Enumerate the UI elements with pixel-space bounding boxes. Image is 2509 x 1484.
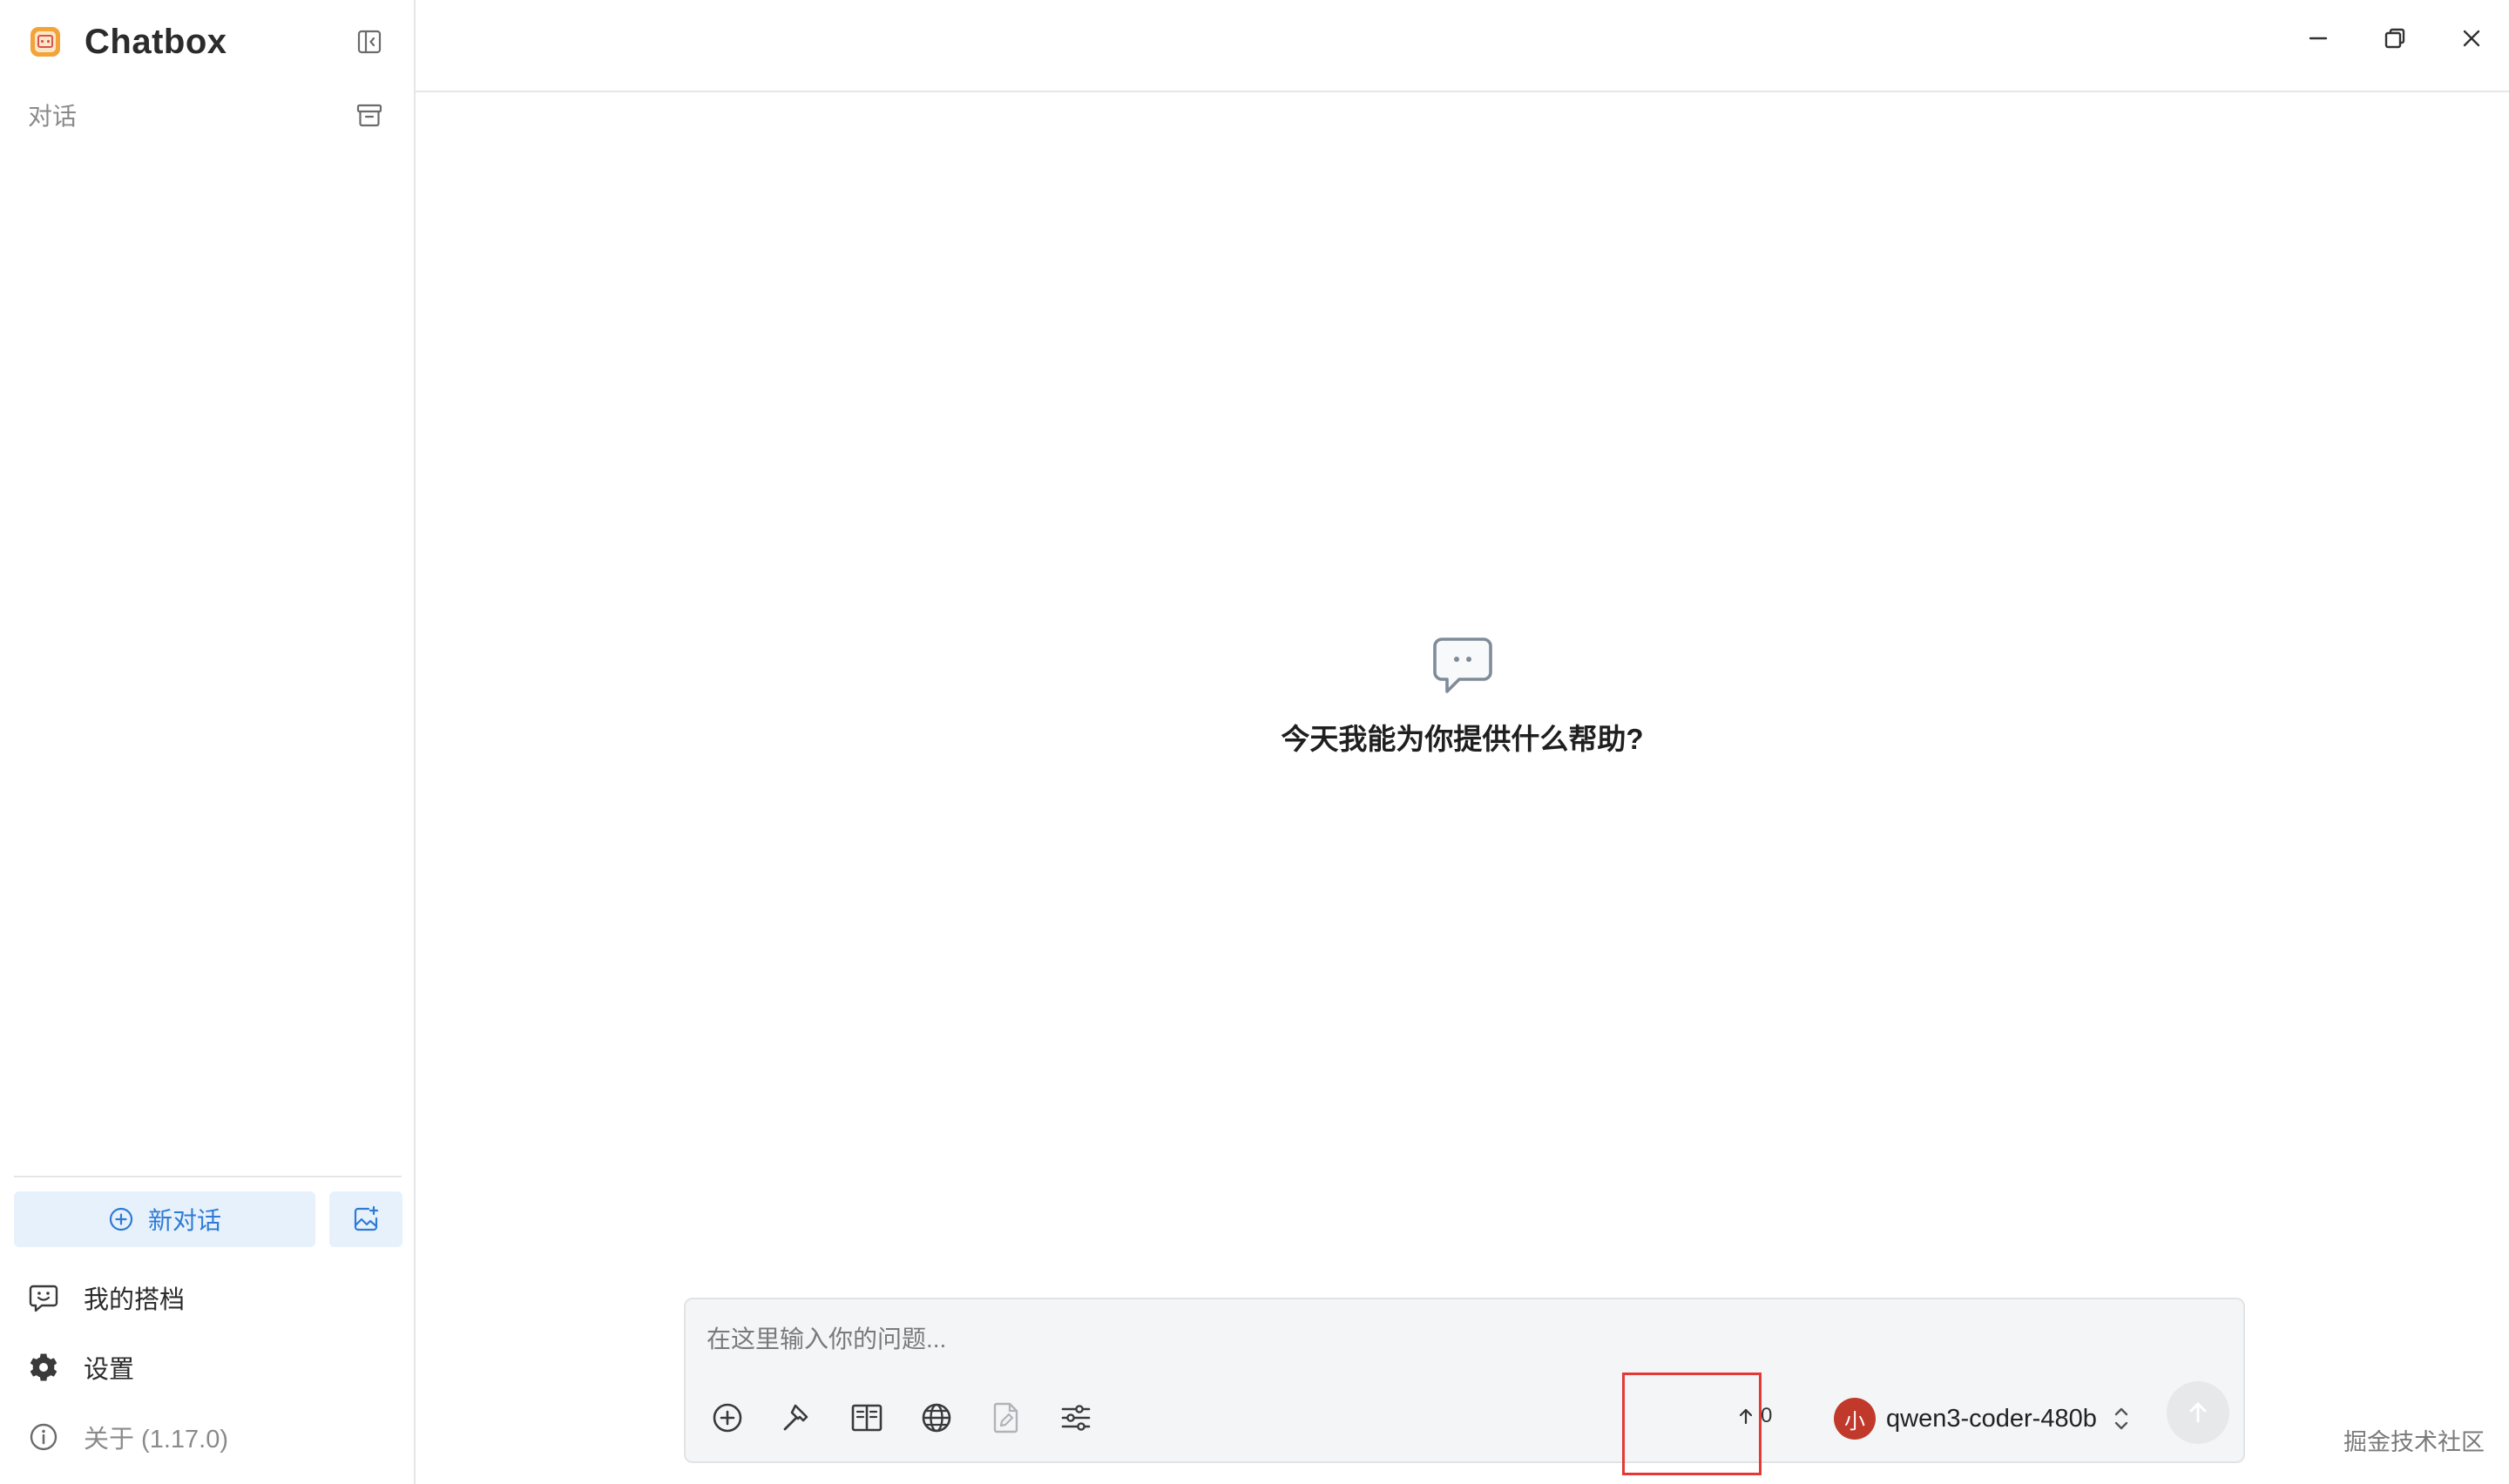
image-plus-icon xyxy=(354,1205,379,1231)
file-edit-button[interactable] xyxy=(987,1399,1025,1437)
sidebar-collapse-icon xyxy=(357,30,382,54)
main-panel: 今天我能为你提供什么帮助? 在这里输入你的问题... 0 小 qwen3-cod… xyxy=(416,0,2509,1484)
send-button[interactable] xyxy=(2167,1381,2229,1444)
settings-sliders-button[interactable] xyxy=(1057,1399,1095,1437)
model-selector[interactable]: 小 qwen3-coder-480b xyxy=(1834,1397,2134,1440)
close-window-button[interactable] xyxy=(2454,21,2489,56)
new-chat-label: 新对话 xyxy=(147,1207,221,1234)
file-pencil-icon xyxy=(993,1402,1018,1433)
chat-smile-icon xyxy=(26,1280,61,1315)
message-composer: 0 小 qwen3-coder-480b xyxy=(684,1298,2245,1463)
collapse-sidebar-button[interactable] xyxy=(354,26,385,57)
close-icon xyxy=(2463,30,2480,47)
message-input[interactable] xyxy=(707,1319,2222,1360)
globe-icon xyxy=(922,1403,951,1433)
archive-button[interactable] xyxy=(354,99,385,131)
annotation-highlight-box xyxy=(1622,1373,1762,1475)
minimize-icon xyxy=(2309,37,2328,40)
attach-button[interactable] xyxy=(708,1399,747,1437)
sidebar-item-label: 我的搭档 xyxy=(84,1286,186,1314)
chatbox-app: Chatbox 对话 新对话 我的搭档 设置 关于 (1.17.0) 今天我能为… xyxy=(0,0,2509,1484)
chevron-up-down-icon xyxy=(2114,1407,2128,1430)
window-titlebar xyxy=(416,0,2509,92)
tools-button[interactable] xyxy=(778,1399,816,1437)
new-chat-button[interactable]: 新对话 xyxy=(14,1191,315,1247)
conversations-section-label: 对话 xyxy=(28,103,78,130)
book-open-icon xyxy=(851,1404,883,1432)
minimize-window-button[interactable] xyxy=(2301,21,2336,56)
sidebar-divider xyxy=(14,1176,402,1177)
model-name: qwen3-coder-480b xyxy=(1886,1404,2097,1433)
sidebar-item-about[interactable]: 关于 (1.17.0) xyxy=(26,1416,228,1458)
empty-state: 今天我能为你提供什么帮助? xyxy=(416,634,2509,758)
new-image-chat-button[interactable] xyxy=(329,1191,402,1247)
model-avatar: 小 xyxy=(1834,1398,1876,1440)
token-count-value: 0 xyxy=(1761,1404,1773,1427)
plus-circle-icon xyxy=(109,1207,133,1231)
web-search-button[interactable] xyxy=(917,1399,956,1437)
chatbox-logo-icon xyxy=(30,27,60,57)
plus-circle-icon xyxy=(713,1403,742,1433)
chat-bubble-icon xyxy=(1432,637,1492,693)
sidebar: Chatbox 对话 新对话 我的搭档 设置 关于 (1.17.0) xyxy=(0,0,416,1484)
brand: Chatbox xyxy=(29,22,227,61)
hammer-icon xyxy=(783,1404,808,1431)
knowledge-base-button[interactable] xyxy=(848,1399,886,1437)
restore-icon xyxy=(2384,28,2405,49)
sliders-icon xyxy=(1061,1405,1091,1431)
sidebar-item-settings[interactable]: 设置 xyxy=(26,1346,134,1388)
info-circle-icon xyxy=(26,1420,61,1454)
arrow-up-icon xyxy=(2189,1402,2207,1423)
sidebar-item-label: 关于 (1.17.0) xyxy=(84,1426,228,1454)
app-title: Chatbox xyxy=(85,22,227,61)
restore-window-button[interactable] xyxy=(2377,21,2412,56)
gear-icon xyxy=(26,1350,61,1385)
empty-state-message: 今天我能为你提供什么帮助? xyxy=(1281,723,1644,755)
sidebar-item-label: 设置 xyxy=(84,1356,135,1384)
watermark: 掘金技术社区 xyxy=(2343,1429,2485,1455)
archive-icon xyxy=(356,104,382,127)
sidebar-item-my-copilots[interactable]: 我的搭档 xyxy=(26,1277,185,1319)
